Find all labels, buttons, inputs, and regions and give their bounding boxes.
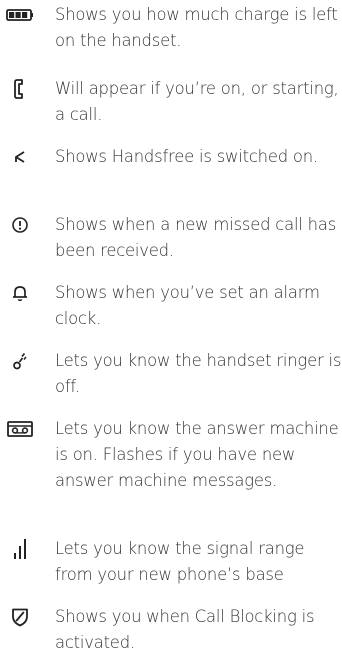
list-item-text: Shows when a new missed call has been re…: [55, 215, 337, 260]
handsfree-speaker-icon: [6, 144, 34, 170]
list-item-text: Lets you know the handset ringer is off.: [55, 351, 342, 396]
call-blocking-shield-icon: [6, 604, 34, 630]
battery-icon: [6, 2, 34, 28]
list-item-text: Shows when you’ve set an alarm clock.: [55, 283, 320, 328]
phone-handset-icon: [6, 76, 34, 102]
alarm-bell-icon: [6, 280, 34, 306]
list-item-text: Lets you know the signal range from your…: [55, 539, 305, 584]
icon-legend-list: Shows you how much charge is left on the…: [0, 0, 342, 670]
list-item-text: Shows Handsfree is switched on.: [55, 147, 318, 166]
list-item-text: Will appear if you’re on, or starting, a…: [55, 79, 339, 124]
ringer-off-icon: [6, 348, 34, 374]
signal-strength-icon: [6, 536, 34, 562]
list-item-text: Lets you know the answer machine is on. …: [55, 419, 339, 490]
answer-machine-icon: [6, 416, 34, 442]
list-item-text: Shows you when Call Blocking is activate…: [55, 607, 315, 652]
missed-call-alert-icon: [6, 212, 34, 238]
list-item-text: Shows you how much charge is left on the…: [55, 5, 338, 50]
